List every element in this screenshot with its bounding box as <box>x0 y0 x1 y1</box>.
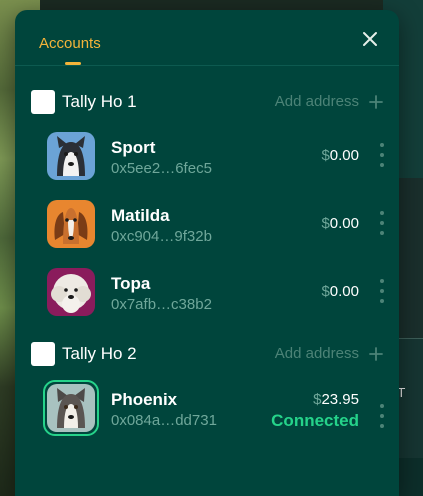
account-name: Sport <box>111 138 156 157</box>
close-button[interactable] <box>361 30 379 48</box>
tab-accounts[interactable]: Accounts <box>39 35 101 52</box>
group-checkbox[interactable] <box>31 90 55 114</box>
add-address-label: Add address <box>274 93 359 110</box>
account-name: Matilda <box>111 206 170 225</box>
accounts-panel: Accounts Tally Ho 1 Add address Sport 0x… <box>15 10 399 496</box>
add-address-label: Add address <box>274 345 359 362</box>
group-header: Tally Ho 2 Add address <box>31 342 383 366</box>
add-address-button[interactable]: Add address <box>275 345 383 362</box>
account-balance: $0.00 <box>321 147 359 164</box>
group-checkbox[interactable] <box>31 342 55 366</box>
panel-header: Accounts <box>15 10 399 66</box>
kebab-menu-icon[interactable] <box>379 211 385 237</box>
account-row[interactable]: Topa 0x7afb…c38b2 $0.00 <box>47 268 391 320</box>
account-address: 0xc904…9f32b <box>111 228 212 245</box>
account-address: 0x5ee2…6fec5 <box>111 160 212 177</box>
account-name: Phoenix <box>111 390 178 409</box>
avatar <box>47 132 95 180</box>
currency-symbol: $ <box>321 215 330 232</box>
account-row[interactable]: Matilda 0xc904…9f32b $0.00 <box>47 200 391 252</box>
balance-amount: 0.00 <box>329 283 359 300</box>
currency-symbol: $ <box>321 147 330 164</box>
group-name: Tally Ho 1 <box>62 92 137 111</box>
tab-active-indicator <box>65 62 81 65</box>
kebab-menu-icon[interactable] <box>379 404 385 430</box>
kebab-menu-icon[interactable] <box>379 143 385 169</box>
group-header: Tally Ho 1 Add address <box>31 90 383 114</box>
account-balance: $0.00 <box>321 215 359 232</box>
avatar <box>47 384 95 432</box>
balance-amount: 0.00 <box>329 147 359 164</box>
avatar <box>47 200 95 248</box>
account-name: Topa <box>111 274 151 293</box>
account-address: 0x7afb…c38b2 <box>111 296 212 313</box>
group-name: Tally Ho 2 <box>62 344 137 363</box>
plus-icon <box>369 94 383 109</box>
currency-symbol: $ <box>321 283 330 300</box>
account-row[interactable]: Sport 0x5ee2…6fec5 $0.00 <box>47 132 391 184</box>
balance-amount: 23.95 <box>321 391 359 408</box>
add-address-button[interactable]: Add address <box>275 93 383 110</box>
account-balance: $0.00 <box>321 283 359 300</box>
account-address: 0x084a…dd731 <box>111 412 217 429</box>
kebab-menu-icon[interactable] <box>379 279 385 305</box>
balance-amount: 0.00 <box>329 215 359 232</box>
account-row[interactable]: Phoenix 0x084a…dd731 $23.95 Connected <box>43 380 391 436</box>
plus-icon <box>369 346 383 361</box>
connected-status: Connected <box>271 411 359 430</box>
account-balance: $23.95 <box>313 391 359 408</box>
avatar <box>47 268 95 316</box>
close-icon <box>363 32 377 46</box>
